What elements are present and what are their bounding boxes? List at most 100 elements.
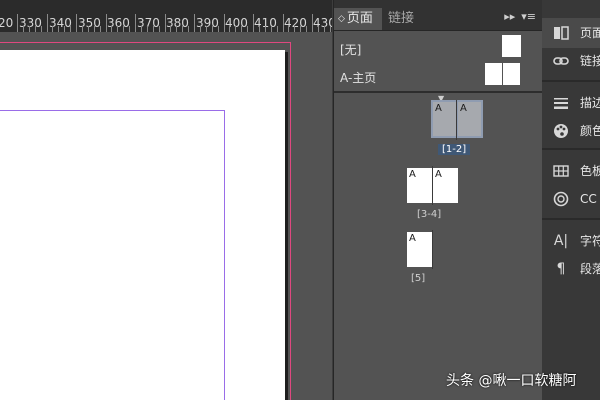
- spread-divider: [432, 230, 433, 269]
- master-a-label[interactable]: A-主页: [340, 69, 376, 86]
- dock-item-cc-libraries[interactable]: CC: [542, 184, 600, 214]
- ruler-major-tick: [165, 14, 166, 32]
- page-thumbnail[interactable]: A: [433, 168, 458, 203]
- ruler-minor-tick: [176, 26, 177, 32]
- ruler-minor-tick: [212, 26, 213, 32]
- ruler-minor-tick: [330, 26, 331, 32]
- swatches-icon: [552, 163, 570, 183]
- ruler-major-tick: [47, 14, 48, 32]
- dock-item-label: CC: [580, 192, 597, 206]
- fast-forward-icon[interactable]: ▸▸: [504, 10, 515, 23]
- page-shadow: [285, 52, 288, 400]
- dock-item-swatches[interactable]: 色板: [542, 156, 600, 186]
- dock-item-color[interactable]: 颜色: [542, 116, 600, 146]
- ruler-minor-tick: [64, 26, 65, 32]
- dock-item-label: 描边: [580, 96, 600, 110]
- master-none-thumbnail[interactable]: [502, 35, 521, 57]
- master-none-label[interactable]: [无]: [340, 41, 361, 58]
- ruler-minor-tick: [259, 26, 260, 32]
- ruler-minor-tick: [23, 26, 24, 32]
- panel-menu[interactable]: ▸▸ ▾≡: [504, 10, 536, 23]
- ruler-minor-tick: [94, 26, 95, 32]
- dock-item-label: 链接: [580, 54, 600, 68]
- ruler-major-tick: [283, 14, 284, 32]
- spread-label[interactable]: [5]: [411, 273, 425, 284]
- spread-label[interactable]: [3-4]: [417, 209, 441, 220]
- page-master-letter: A: [409, 233, 416, 244]
- ruler-minor-tick: [70, 26, 71, 32]
- ruler-minor-tick: [188, 26, 189, 32]
- spread-divider: [456, 100, 457, 140]
- spread-divider: [432, 166, 433, 205]
- ruler-minor-tick: [35, 26, 36, 32]
- ruler-minor-tick: [318, 26, 319, 32]
- palette-icon: [552, 123, 570, 143]
- dock-item-label: 颜色: [580, 124, 600, 138]
- ruler-minor-tick: [129, 26, 130, 32]
- dock-item-stroke[interactable]: 描边: [542, 88, 600, 118]
- panel-menu-icon[interactable]: ▾≡: [521, 10, 536, 23]
- panel-dock: 页面 链接 描边 颜色 色板 CC A| 字符 ¶ 段落: [542, 0, 600, 400]
- ruler-major-tick: [253, 14, 254, 32]
- ruler-major-tick: [76, 14, 77, 32]
- ruler-minor-tick: [306, 26, 307, 32]
- document-canvas[interactable]: 20 330 340 350 360 370 380 390 400 410 4…: [0, 0, 332, 400]
- page-thumbnail[interactable]: A: [407, 232, 432, 267]
- ruler-minor-tick: [182, 26, 183, 32]
- ruler-minor-tick: [117, 26, 118, 32]
- page-thumbnail[interactable]: A: [433, 102, 456, 136]
- dock-item-pages[interactable]: 页面: [542, 18, 600, 48]
- tab-links[interactable]: 链接: [384, 8, 418, 30]
- ruler-minor-tick: [206, 26, 207, 32]
- dock-item-label: 字符: [580, 234, 600, 248]
- ruler-label: 20: [0, 16, 14, 30]
- ruler-minor-tick: [229, 26, 230, 32]
- margin-guide-vertical: [224, 110, 225, 400]
- ruler-minor-tick: [324, 26, 325, 32]
- ruler-minor-tick: [159, 26, 160, 32]
- ruler-minor-tick: [41, 26, 42, 32]
- ruler-minor-tick: [111, 26, 112, 32]
- dock-item-label: 色板: [580, 164, 600, 178]
- masters-section: [无] A-主页: [334, 31, 542, 93]
- dock-item-links[interactable]: 链接: [542, 46, 600, 76]
- master-a-left-thumbnail[interactable]: [485, 63, 502, 85]
- tab-pages-label: 页面: [346, 11, 373, 26]
- panel-collapse-icon[interactable]: ◇: [338, 14, 345, 24]
- tab-links-label: 链接: [388, 11, 415, 26]
- ruler-major-tick: [194, 14, 195, 32]
- dock-item-label: 页面: [580, 26, 600, 40]
- dock-separator: [542, 80, 600, 82]
- link-icon: [552, 53, 570, 73]
- character-icon: A|: [553, 233, 569, 249]
- creative-cloud-icon: [552, 191, 570, 211]
- dock-separator: [542, 218, 600, 220]
- ruler-major-tick: [224, 14, 225, 32]
- dock-separator: [542, 148, 600, 150]
- page-thumbnail[interactable]: A: [407, 168, 432, 203]
- ruler-minor-tick: [170, 26, 171, 32]
- document-page[interactable]: [0, 50, 285, 400]
- page-master-letter: A: [435, 103, 442, 114]
- tab-pages[interactable]: ◇ 页面: [334, 8, 382, 30]
- dock-item-character[interactable]: A| 字符: [542, 226, 600, 256]
- panel-tab-bar: ◇ 页面 链接 ▸▸ ▾≡: [334, 0, 542, 31]
- dock-item-paragraph[interactable]: ¶ 段落: [542, 254, 600, 284]
- dock-item-label: 段落: [580, 262, 600, 276]
- ruler-minor-tick: [235, 26, 236, 32]
- ruler-minor-tick: [271, 26, 272, 32]
- ruler-minor-tick: [218, 26, 219, 32]
- master-a-right-thumbnail[interactable]: [503, 63, 520, 85]
- ruler-minor-tick: [123, 26, 124, 32]
- ruler-minor-tick: [241, 26, 242, 32]
- page-thumbnail[interactable]: A: [458, 102, 481, 136]
- spread-label-selected[interactable]: [1-2]: [438, 144, 471, 155]
- paragraph-icon: ¶: [556, 261, 566, 277]
- page-master-letter: A: [409, 169, 416, 180]
- page-spreads: ▼ A A [1-2] A A [3-4] A [5]: [334, 94, 542, 400]
- ruler-minor-tick: [52, 26, 53, 32]
- horizontal-ruler[interactable]: 20 330 340 350 360 370 380 390 400 410 4…: [0, 0, 332, 32]
- ruler-minor-tick: [294, 26, 295, 32]
- ruler-major-tick: [312, 14, 313, 32]
- pages-panel: ◇ 页面 链接 ▸▸ ▾≡ [无] A-主页 ▼ A A [1-2] A A [3-…: [333, 0, 543, 400]
